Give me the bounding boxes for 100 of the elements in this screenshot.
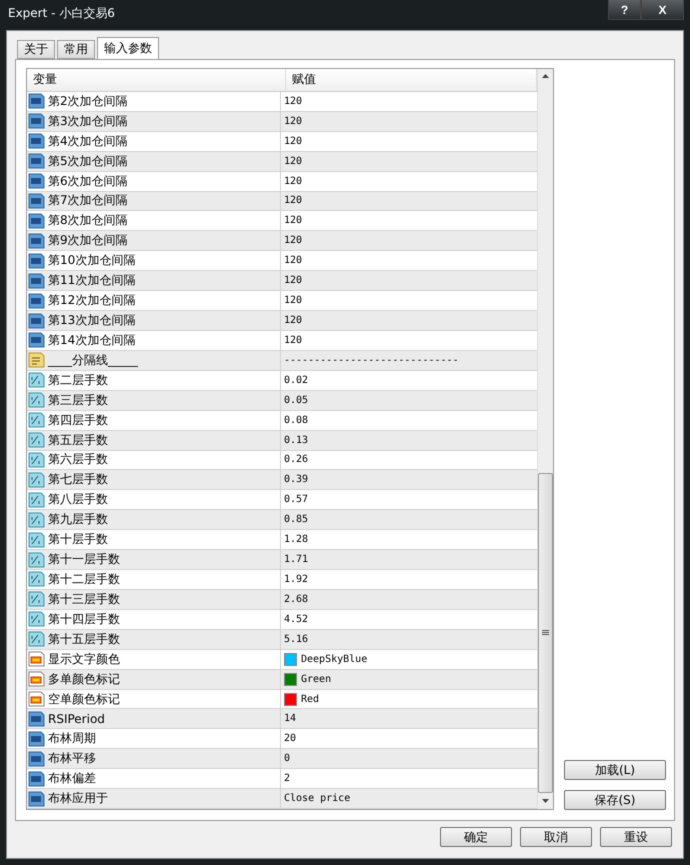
- parameter-name: 显示文字颜色: [48, 650, 120, 668]
- parameter-value[interactable]: 0.26: [284, 454, 308, 466]
- tab[interactable]: 常用: [57, 40, 95, 59]
- parameter-value[interactable]: 2: [284, 773, 290, 784]
- fraction-icon: [28, 571, 45, 588]
- parameter-name: 第11次加仓间隔: [48, 272, 136, 290]
- parameter-value[interactable]: 0: [284, 753, 290, 764]
- parameter-value[interactable]: 120: [284, 176, 302, 187]
- parameter-name: 第7次加仓间隔: [48, 192, 128, 210]
- fraction-icon: [28, 372, 45, 388]
- parameter-name: 第六层手数: [48, 451, 108, 468]
- parameter-name: 第十二层手数: [48, 570, 120, 588]
- help-button[interactable]: ?: [608, 0, 641, 20]
- parameter-name: 第3次加仓间隔: [48, 112, 128, 130]
- parameter-name: 第十四层手数: [48, 610, 120, 628]
- parameter-value[interactable]: 0.85: [284, 514, 308, 526]
- integer-icon: [28, 173, 45, 190]
- parameter-value[interactable]: Green: [301, 674, 332, 685]
- parameter-value[interactable]: Close price: [284, 793, 350, 804]
- parameter-value[interactable]: 120: [284, 235, 302, 246]
- parameter-name: 布林平移: [48, 750, 96, 768]
- integer-icon: [28, 770, 45, 787]
- dialog-button[interactable]: 确定: [440, 827, 512, 847]
- parameter-value[interactable]: 120: [284, 334, 302, 346]
- parameter-value[interactable]: 4.52: [284, 614, 308, 625]
- scroll-thumb[interactable]: [538, 473, 553, 793]
- parameter-name: 第5次加仓间隔: [48, 152, 128, 170]
- parameter-value[interactable]: 0.05: [284, 394, 308, 406]
- integer-icon: [28, 192, 45, 209]
- parameter-name: 第十一层手数: [48, 551, 120, 568]
- parameter-value[interactable]: 2.68: [284, 594, 308, 605]
- parameter-name: 第三层手数: [48, 392, 108, 409]
- parameter-value[interactable]: 0.02: [284, 374, 308, 386]
- parameter-value[interactable]: 120: [284, 116, 302, 127]
- parameter-value[interactable]: 0.57: [284, 494, 308, 506]
- parameter-value[interactable]: 1.92: [284, 574, 308, 585]
- fraction-icon: [28, 552, 45, 568]
- parameter-name: 第五层手数: [48, 432, 108, 449]
- parameter-value[interactable]: Red: [301, 694, 320, 705]
- tab[interactable]: 关于: [17, 40, 55, 59]
- parameter-value[interactable]: 1.71: [284, 554, 308, 566]
- parameter-value[interactable]: 0.13: [284, 434, 308, 446]
- integer-icon: [28, 730, 45, 747]
- integer-icon: [28, 272, 45, 289]
- parameter-name: 布林周期: [48, 730, 96, 748]
- column-header: 变量: [27, 69, 286, 91]
- parameter-name: 第七层手数: [48, 471, 108, 488]
- side-button[interactable]: 加载(L): [564, 760, 666, 780]
- close-button[interactable]: X: [641, 0, 684, 20]
- parameter-name: 第9次加仓间隔: [48, 232, 128, 250]
- parameter-value[interactable]: 120: [284, 315, 302, 326]
- fraction-icon: [28, 512, 45, 528]
- fraction-icon: [28, 591, 45, 608]
- fraction-icon: [28, 532, 45, 548]
- parameter-value[interactable]: 120: [284, 195, 302, 206]
- parameter-value[interactable]: 0.08: [284, 414, 308, 426]
- fraction-icon: [28, 412, 45, 428]
- parameter-name: 第十层手数: [48, 531, 108, 548]
- parameter-value[interactable]: 1.28: [284, 534, 308, 546]
- integer-icon: [28, 232, 45, 249]
- parameter-value[interactable]: 20: [284, 733, 296, 744]
- integer-icon: [28, 710, 45, 727]
- parameter-value[interactable]: 120: [284, 136, 302, 147]
- parameter-name: 第12次加仓间隔: [48, 292, 136, 310]
- parameter-value[interactable]: DeepSkyBlue: [301, 654, 368, 665]
- side-button[interactable]: 保存(S): [564, 790, 666, 810]
- fraction-icon: [28, 492, 45, 508]
- parameter-value[interactable]: 14: [284, 713, 296, 724]
- parameter-value[interactable]: 120: [284, 275, 302, 286]
- scrollbar[interactable]: [537, 69, 553, 809]
- parameter-value[interactable]: -----------------------------: [284, 354, 459, 366]
- parameter-value[interactable]: 120: [284, 255, 302, 266]
- parameter-value[interactable]: 120: [284, 156, 302, 167]
- integer-icon: [28, 153, 45, 170]
- parameter-value[interactable]: 120: [284, 96, 302, 107]
- fraction-icon: [28, 392, 45, 408]
- integer-icon: [28, 790, 45, 807]
- parameter-value[interactable]: 0.39: [284, 474, 308, 486]
- integer-icon: [28, 93, 45, 110]
- dialog-button[interactable]: 取消: [520, 827, 592, 847]
- parameter-value[interactable]: 120: [284, 215, 302, 226]
- fraction-icon: [28, 432, 45, 448]
- fraction-icon: [28, 452, 45, 468]
- parameter-name: 多单颜色标记: [48, 670, 120, 688]
- integer-icon: [28, 750, 45, 767]
- tab[interactable]: 输入参数: [97, 37, 159, 59]
- parameter-name: 第10次加仓间隔: [48, 252, 136, 270]
- parameter-name: 布林偏差: [48, 770, 96, 788]
- text-icon: [28, 352, 45, 368]
- parameter-name: 第2次加仓间隔: [48, 92, 128, 110]
- parameter-value[interactable]: 5.16: [284, 634, 308, 645]
- parameter-value[interactable]: 120: [284, 295, 302, 306]
- dialog-button[interactable]: 重设: [600, 827, 672, 847]
- parameter-name: 第13次加仓间隔: [48, 312, 136, 329]
- parameter-name: 第6次加仓间隔: [48, 172, 128, 190]
- parameter-name: 第九层手数: [48, 511, 108, 528]
- fraction-icon: [28, 611, 45, 628]
- integer-icon: [28, 252, 45, 269]
- parameter-name: 第8次加仓间隔: [48, 212, 128, 230]
- parameter-name: 第四层手数: [48, 412, 108, 429]
